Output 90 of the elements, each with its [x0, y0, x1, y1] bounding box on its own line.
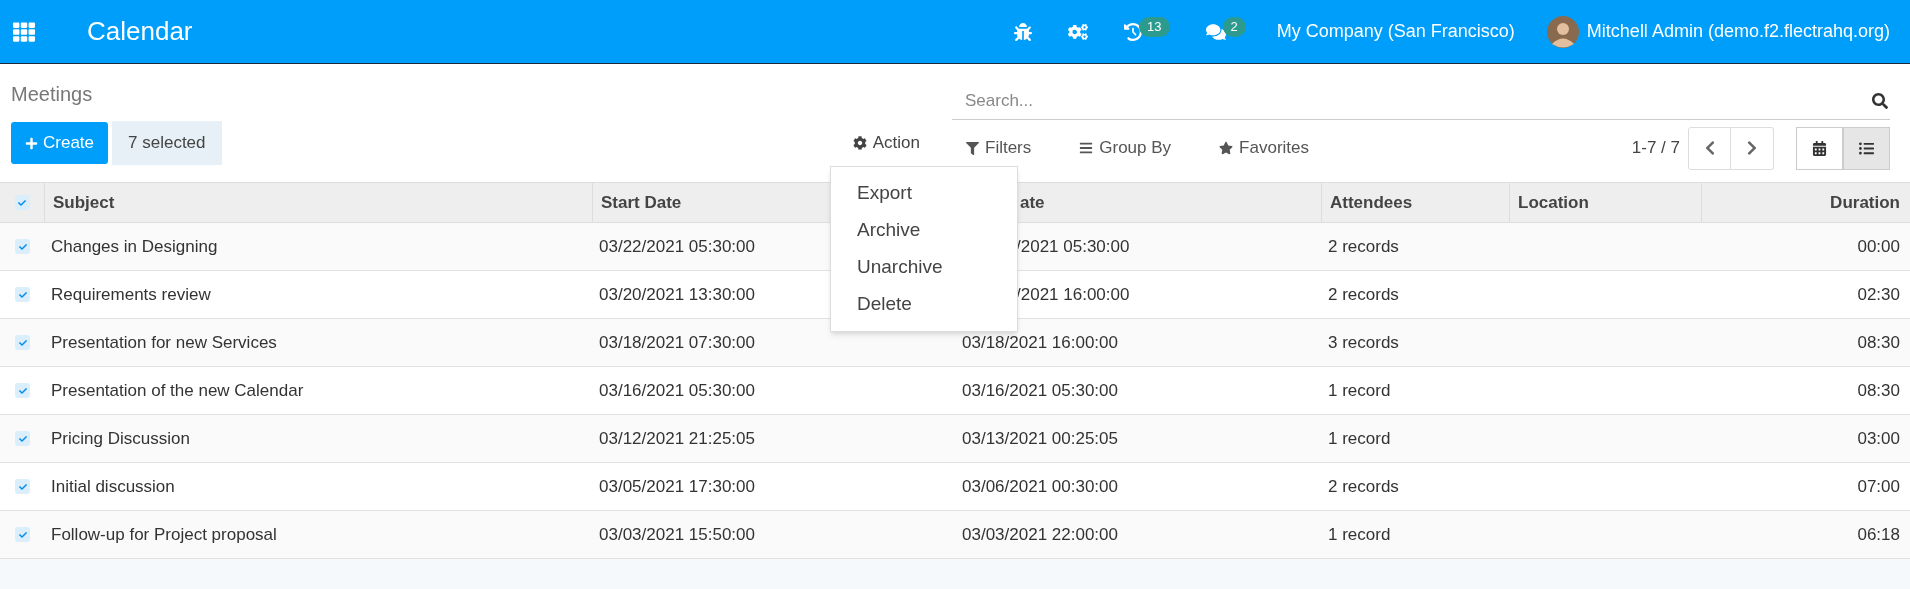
table-cell-text: /2021 05:30:00: [1016, 235, 1130, 258]
action-dropdown-button[interactable]: Action: [852, 130, 920, 156]
table-cell-text: 03/22/2021 05:30:00: [599, 235, 755, 258]
apps-menu-icon[interactable]: [13, 20, 35, 43]
table-cell-text: 08:30: [1857, 331, 1900, 354]
table-cell-text: 00:00: [1857, 235, 1900, 258]
star-icon: [1219, 141, 1234, 155]
search-field[interactable]: Search...: [965, 87, 1872, 114]
table-cell-text: 03/18/2021 07:30:00: [599, 331, 755, 354]
table-cell-text: 1 record: [1328, 427, 1391, 450]
check-icon: [18, 482, 27, 491]
table-cell-text: Initial discussion: [51, 475, 175, 498]
column-header[interactable]: Duration: [1830, 189, 1900, 216]
table-cell-text: 03/13/2021 00:25:05: [962, 427, 1118, 450]
clock-icon[interactable]: [1124, 22, 1143, 41]
gear-icon: [852, 136, 867, 150]
previous-page-button[interactable]: [1688, 126, 1731, 170]
table-cell-text: Changes in Designing: [51, 235, 218, 258]
view-switch-button[interactable]: [1796, 126, 1843, 170]
gears-icon[interactable]: [1068, 21, 1089, 42]
table-cell-text: 08:30: [1857, 379, 1900, 402]
table-cell-text: 03/05/2021 17:30:00: [599, 475, 755, 498]
table-cell-text: 03/18/2021 16:00:00: [962, 331, 1118, 354]
count-badge: 13: [1139, 16, 1170, 37]
table-cell-text: 07:00: [1857, 475, 1900, 498]
table-cell-text: 03:00: [1857, 427, 1900, 450]
pager-value: 1-7 / 7: [1631, 137, 1680, 160]
menu-item[interactable]: Export: [831, 175, 1017, 212]
app-title: Calendar: [87, 15, 193, 48]
list-icon: [1859, 140, 1874, 156]
column-header[interactable]: Location: [1518, 189, 1589, 216]
checkbox[interactable]: [15, 527, 30, 542]
table-cell-text: 03/03/2021 15:50:00: [599, 523, 755, 546]
checkbox[interactable]: [15, 431, 30, 446]
table-cell-text: 03/20/2021 13:30:00: [599, 283, 755, 306]
check-icon: [18, 434, 27, 443]
search-icon[interactable]: [1872, 92, 1888, 109]
toolbar-dropdown-button[interactable]: Group By: [1079, 135, 1172, 161]
table-cell-text: 03/06/2021 00:30:00: [962, 475, 1118, 498]
next-page-button[interactable]: [1731, 126, 1774, 170]
check-icon: [18, 198, 26, 207]
toolbar-dropdown-button[interactable]: Filters: [966, 135, 1032, 161]
menu-item[interactable]: Archive: [831, 212, 1017, 249]
chat-icon[interactable]: [1205, 21, 1226, 42]
column-header[interactable]: Attendees: [1330, 189, 1413, 216]
table-cell-text: 06:18: [1857, 523, 1900, 546]
filter-icon: [966, 141, 979, 155]
column-header[interactable]: Start Date: [601, 189, 682, 216]
table-cell-text: Requirements review: [51, 283, 211, 306]
list-icon: [1079, 141, 1094, 155]
checkbox[interactable]: [15, 383, 30, 398]
table-cell-text: 3 records: [1328, 331, 1399, 354]
table-cell-text: 2 records: [1328, 235, 1399, 258]
table-cell-text: /2021 16:00:00: [1016, 283, 1130, 306]
checkbox[interactable]: [14, 195, 30, 210]
table-cell-text: 1 record: [1328, 523, 1391, 546]
calendar-icon: [1812, 140, 1827, 156]
avatar-icon[interactable]: [1546, 15, 1579, 48]
table-cell-text: 03/12/2021 21:25:05: [599, 427, 755, 450]
table-cell-text: Presentation of the new Calendar: [51, 379, 304, 402]
bug-icon[interactable]: [1014, 22, 1033, 41]
check-icon: [18, 242, 27, 251]
table-cell-text: 03/16/2021 05:30:00: [599, 379, 755, 402]
table-cell-text: 03/16/2021 05:30:00: [962, 379, 1118, 402]
check-icon: [18, 290, 27, 299]
breadcrumb: Meetings: [11, 82, 94, 107]
view-switch-button[interactable]: [1843, 126, 1890, 170]
plus-icon: [25, 136, 38, 150]
checkbox[interactable]: [15, 479, 30, 494]
selection-count: 7 selected: [112, 121, 222, 165]
check-icon: [18, 386, 27, 395]
check-icon: [18, 530, 27, 539]
table-cell-text: Pricing Discussion: [51, 427, 190, 450]
table-cell-text: 03/03/2021 22:00:00: [962, 523, 1118, 546]
table-cell-text: Follow-up for Project proposal: [51, 523, 277, 546]
table-cell-text: 02:30: [1857, 283, 1900, 306]
checkbox[interactable]: [15, 239, 30, 254]
column-header[interactable]: Subject: [53, 189, 115, 216]
table-cell-text: 1 record: [1328, 379, 1391, 402]
table-cell-text: Presentation for new Services: [51, 331, 277, 354]
count-badge: 2: [1222, 16, 1246, 37]
menu-item[interactable]: Delete: [831, 286, 1017, 323]
toolbar-dropdown-button[interactable]: Favorites: [1219, 135, 1309, 161]
table-cell-text: 2 records: [1328, 283, 1399, 306]
menu-item[interactable]: Unarchive: [831, 249, 1017, 286]
table-cell-text: 2 records: [1328, 475, 1399, 498]
checkbox[interactable]: [15, 335, 30, 350]
check-icon: [18, 338, 27, 347]
column-header[interactable]: ate: [1020, 189, 1045, 216]
checkbox[interactable]: [15, 287, 30, 302]
